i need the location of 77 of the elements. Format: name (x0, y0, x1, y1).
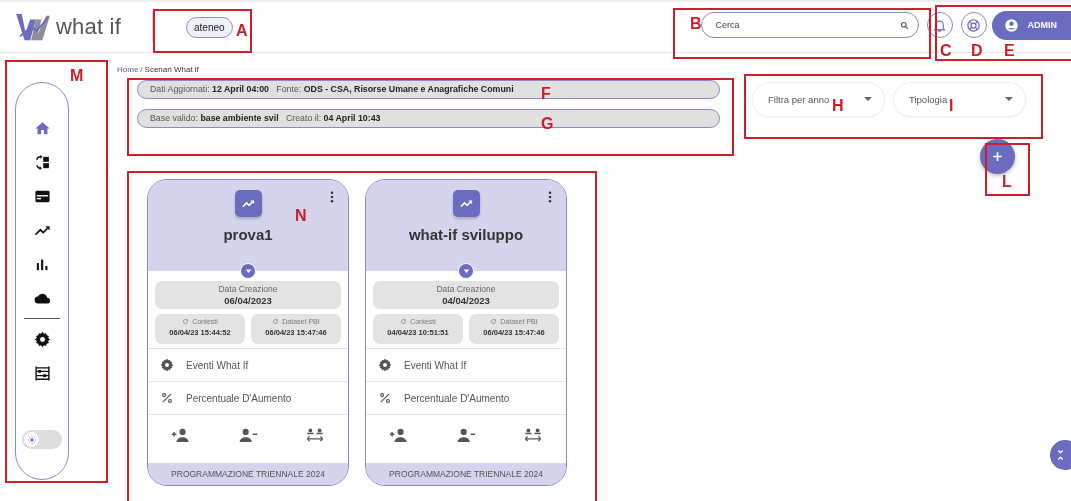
search-field[interactable]: Cerca (700, 12, 919, 38)
theme-toggle[interactable] (22, 430, 62, 449)
dropdown-caret-icon (864, 97, 872, 102)
lifebuoy-icon (966, 17, 981, 33)
refresh-icon (490, 318, 498, 325)
search-icon[interactable] (899, 21, 909, 30)
more-button[interactable] (547, 190, 553, 204)
card-title: prova1 (223, 226, 273, 243)
chevron-down-icon (462, 268, 470, 274)
person-plus-icon (389, 428, 410, 442)
more-button[interactable] (329, 190, 335, 204)
annotation-label: I (949, 98, 954, 114)
annotation-label: D (971, 43, 983, 59)
breadcrumb-separator: / (140, 65, 143, 75)
plus-icon (990, 149, 1005, 164)
gear-icon (160, 358, 174, 372)
annotation-label: L (1002, 174, 1012, 190)
breadcrumb-current: Scenari What if (144, 65, 199, 75)
annotation-label: M (70, 68, 84, 84)
people-swap-icon (304, 428, 325, 442)
more-vertical-icon (330, 191, 334, 203)
home-icon[interactable] (33, 119, 51, 137)
gear-icon[interactable] (33, 330, 51, 348)
swap-people-button[interactable] (304, 428, 325, 444)
collapse-button[interactable] (1050, 440, 1071, 470)
person-plus-icon (171, 428, 192, 442)
percent-icon (160, 391, 174, 405)
refresh-icon (182, 318, 190, 325)
menu-item[interactable]: Eventi What If (366, 348, 566, 381)
bell-icon (932, 17, 947, 33)
account-icon (1003, 17, 1019, 33)
expand-button[interactable] (458, 263, 474, 279)
menu-item[interactable]: Percentuale D'Aumento (148, 381, 348, 414)
abacus-icon[interactable] (33, 364, 51, 382)
remove-person-button[interactable] (238, 428, 258, 444)
refresh-icon (272, 318, 280, 325)
add-person-button[interactable] (171, 428, 192, 444)
swap-people-button[interactable] (522, 428, 543, 444)
annotation-label: B (690, 16, 702, 32)
card-footer: PROGRAMMAZIONE TRIENNALE 2024 (366, 463, 566, 485)
people-swap-icon (522, 428, 543, 442)
collapse-icon (1056, 449, 1065, 461)
annotation-label: F (541, 86, 551, 102)
gear-icon (378, 358, 392, 372)
add-button[interactable] (980, 139, 1015, 174)
annotation-label: A (236, 23, 248, 39)
sun-icon (26, 434, 37, 445)
user-button[interactable]: ADMIN (991, 10, 1071, 40)
annotation-label: N (295, 208, 307, 224)
percent-icon (378, 391, 392, 405)
date-label: Data Creazione (217, 284, 279, 294)
card-title: what-if sviluppo (408, 226, 524, 243)
annotation-label: C (940, 43, 952, 59)
remove-person-button[interactable] (456, 428, 476, 444)
logo-mark-icon[interactable] (14, 12, 52, 42)
expand-button[interactable] (240, 263, 256, 279)
refresh-icon (400, 318, 408, 325)
person-minus-icon (238, 428, 258, 442)
menu-item[interactable]: Percentuale D'Aumento (366, 381, 566, 414)
card-footer: PROGRAMMAZIONE TRIENNALE 2024 (148, 463, 348, 485)
annotation-label: G (541, 116, 554, 132)
more-vertical-icon (548, 191, 552, 203)
dropdown-caret-icon (1005, 97, 1013, 102)
annotation-box (985, 143, 1030, 196)
annotation-label: E (1004, 43, 1015, 59)
logo-text: what if (56, 14, 121, 40)
swap-list-icon[interactable] (33, 153, 51, 171)
add-person-button[interactable] (389, 428, 410, 444)
date-value: 04/04/2023 (441, 295, 491, 306)
context-chip[interactable]: ateneo (186, 16, 233, 38)
date-label: Data Creazione (435, 284, 497, 294)
menu-item[interactable]: Eventi What If (148, 348, 348, 381)
chevron-down-icon (244, 268, 252, 274)
breadcrumb-link[interactable]: Home (117, 65, 139, 75)
person-minus-icon (456, 428, 476, 442)
date-value: 06/04/2023 (223, 295, 273, 306)
annotation-label: H (832, 98, 844, 114)
